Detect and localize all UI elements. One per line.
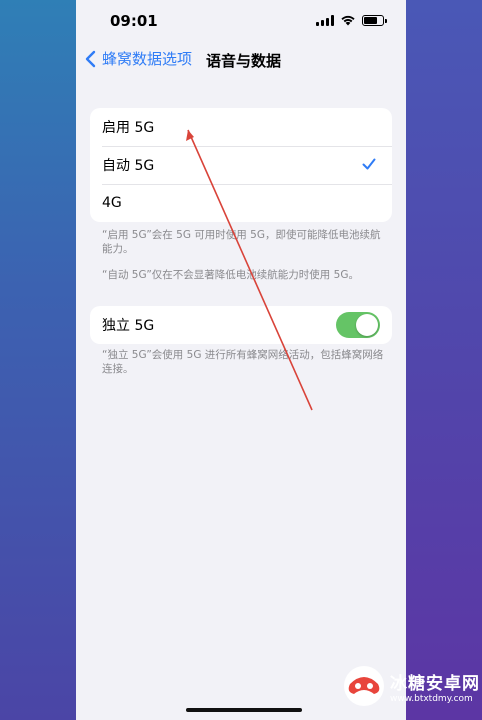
back-button-label: 蜂窝数据选项 bbox=[102, 50, 193, 68]
checkmark-icon bbox=[362, 158, 376, 170]
standalone-5g-label: 独立 5G bbox=[102, 318, 155, 334]
navigation-bar: 蜂窝数据选项 语音与数据 bbox=[76, 44, 406, 78]
page-title: 语音与数据 bbox=[206, 52, 282, 70]
option-auto-5g[interactable]: 自动 5G bbox=[90, 146, 392, 184]
status-time: 09:01 bbox=[110, 12, 158, 30]
toggle-knob bbox=[356, 314, 378, 336]
standalone-5g-group: 独立 5G bbox=[90, 306, 392, 344]
row-standalone-5g: 独立 5G bbox=[90, 306, 392, 344]
background-left bbox=[0, 0, 76, 720]
option-label: 自动 5G bbox=[102, 158, 155, 174]
cellular-signal-icon bbox=[316, 14, 334, 26]
network-mode-group: 启用 5G 自动 5G 4G bbox=[90, 108, 392, 222]
watermark: 冰糖安卓网 www.btxtdmy.com bbox=[342, 652, 482, 720]
watermark-logo-icon bbox=[344, 666, 384, 706]
watermark-url: www.btxtdmy.com bbox=[390, 693, 473, 704]
option-label: 4G bbox=[102, 195, 122, 211]
wifi-icon bbox=[341, 15, 355, 26]
background-right bbox=[406, 0, 482, 720]
option-enable-5g[interactable]: 启用 5G bbox=[90, 108, 392, 146]
footnote-auto-5g: “自动 5G”仅在不会显著降低电池续航能力时使用 5G。 bbox=[102, 269, 359, 281]
battery-icon bbox=[362, 14, 387, 26]
watermark-title: 冰糖安卓网 bbox=[390, 673, 480, 694]
footnote-enable-5g: “启用 5G”会在 5G 可用时使用 5G，即使可能降低电池续航能力。 bbox=[102, 229, 381, 255]
battery-level-fill bbox=[364, 16, 377, 24]
back-button[interactable]: 蜂窝数据选项 bbox=[84, 48, 192, 69]
phone-screen: 09:01 蜂窝数据选项 语音与数据 启用 5G 自动 5G 4G “启用 5G… bbox=[76, 0, 406, 720]
footnote-standalone-5g: “独立 5G”会使用 5G 进行所有蜂窝网络活动，包括蜂窝网络连接。 bbox=[102, 349, 384, 375]
option-label: 启用 5G bbox=[102, 120, 155, 136]
home-indicator bbox=[186, 708, 302, 712]
status-icons bbox=[316, 14, 387, 26]
standalone-5g-toggle[interactable] bbox=[336, 312, 380, 338]
chevron-left-icon bbox=[85, 50, 96, 67]
status-bar: 09:01 bbox=[76, 0, 406, 44]
option-4g[interactable]: 4G bbox=[90, 184, 392, 222]
